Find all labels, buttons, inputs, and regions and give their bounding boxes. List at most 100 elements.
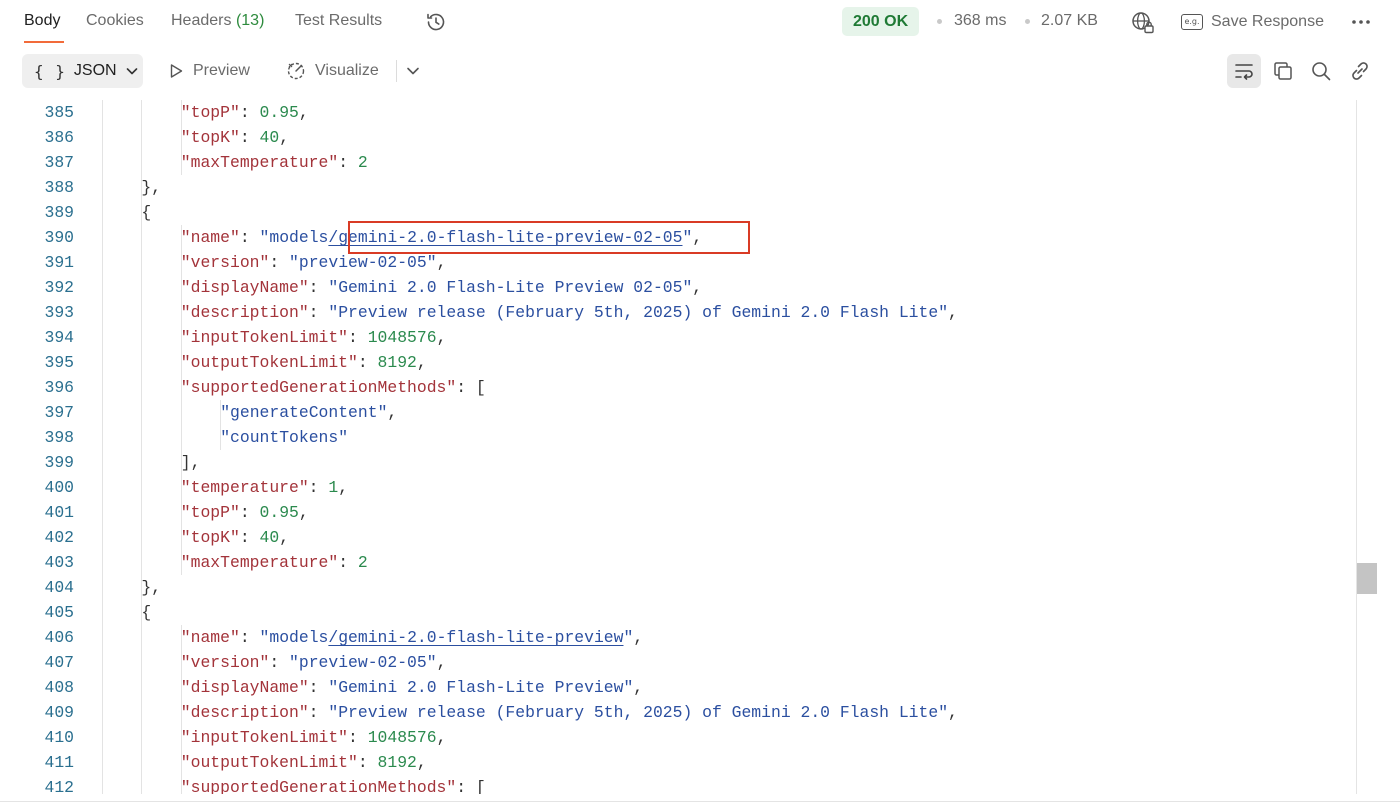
json-punctuation: , <box>436 653 447 672</box>
json-punctuation: : <box>239 628 260 647</box>
code-text: "temperature": 1, <box>181 475 348 500</box>
json-key: "displayName" <box>180 278 309 297</box>
copy-icon[interactable] <box>1271 59 1295 83</box>
json-punctuation: : <box>239 528 260 547</box>
line-number: 389 <box>44 203 74 222</box>
json-key: "description" <box>180 303 309 322</box>
code-line: 394 "inputTokenLimit": 1048576, <box>0 325 1356 350</box>
line-number: 407 <box>44 653 74 672</box>
json-punctuation: , <box>692 228 703 247</box>
json-key: "description" <box>180 703 309 722</box>
code-text: "outputTokenLimit": 8192, <box>181 350 427 375</box>
json-string: "preview-02-05" <box>289 653 437 672</box>
line-number: 409 <box>44 703 74 722</box>
json-punctuation: : <box>348 328 368 347</box>
preview-button[interactable]: Preview <box>167 57 250 85</box>
json-punctuation: , <box>298 503 309 522</box>
code-text: "topK": 40, <box>181 525 289 550</box>
json-punctuation: ], <box>180 453 201 472</box>
wrap-lines-button[interactable] <box>1227 54 1261 88</box>
line-number: 412 <box>44 778 74 794</box>
json-punctuation: : <box>239 103 260 122</box>
json-number: 0.95 <box>259 503 299 522</box>
more-horizontal-icon[interactable] <box>1349 10 1373 34</box>
code-text: "description": "Preview release (Februar… <box>181 300 958 325</box>
response-time[interactable]: 368 ms <box>954 12 1006 30</box>
json-key: "topP" <box>180 103 240 122</box>
tab-test-results[interactable]: Test Results <box>295 12 382 30</box>
chevron-down-icon <box>126 68 137 75</box>
code-line: 407 "version": "preview-02-05", <box>0 650 1356 675</box>
json-key: "outputTokenLimit" <box>180 353 358 372</box>
tab-body[interactable]: Body <box>24 12 60 30</box>
code-text: "name": "models/gemini-2.0-flash-lite-pr… <box>181 225 702 250</box>
code-line: 406 "name": "models/gemini-2.0-flash-lite… <box>0 625 1356 650</box>
line-number: 403 <box>44 553 74 572</box>
json-number: 8192 <box>377 753 417 772</box>
line-number: 411 <box>44 753 74 772</box>
json-punctuation: : <box>269 653 290 672</box>
tab-headers-label: Headers <box>171 12 232 29</box>
json-key: "topK" <box>180 128 240 147</box>
code-text: ], <box>181 450 201 475</box>
line-number: 401 <box>44 503 74 522</box>
scrollbar-track[interactable] <box>1356 100 1357 794</box>
code-line: 410 "inputTokenLimit": 1048576, <box>0 725 1356 750</box>
json-string[interactable]: /gemini-2.0-flash-lite-preview <box>328 628 623 647</box>
code-text: }, <box>141 575 161 600</box>
chevron-down-icon[interactable] <box>403 61 423 81</box>
response-size[interactable]: 2.07 KB <box>1041 12 1098 30</box>
search-icon[interactable] <box>1309 59 1333 83</box>
code-text: "generateContent", <box>220 400 397 425</box>
code-text: "inputTokenLimit": 1048576, <box>181 325 447 350</box>
json-punctuation: , <box>436 328 447 347</box>
tab-headers[interactable]: Headers (13) <box>171 12 264 30</box>
json-punctuation: : <box>308 303 329 322</box>
code-text: "maxTemperature": 2 <box>181 150 368 175</box>
json-string: "Gemini 2.0 Flash-Lite Preview" <box>328 678 634 697</box>
json-key: "outputTokenLimit" <box>180 753 358 772</box>
tab-cookies[interactable]: Cookies <box>86 12 144 30</box>
code-line: 405 { <box>0 600 1356 625</box>
json-number: 2 <box>357 553 368 572</box>
json-punctuation: , <box>633 628 644 647</box>
json-key: "name" <box>180 228 240 247</box>
link-icon[interactable] <box>1348 59 1372 83</box>
json-string[interactable]: /gemini-2.0-flash-lite-preview-02-05 <box>328 228 682 247</box>
json-string: " <box>682 228 693 247</box>
visualize-button[interactable]: Visualize <box>285 57 379 85</box>
json-string: "Preview release (February 5th, 2025) of… <box>328 703 949 722</box>
status-badge[interactable]: 200 OK <box>842 7 920 36</box>
json-number: 0.95 <box>259 103 299 122</box>
json-number: 2 <box>357 153 368 172</box>
save-response-button[interactable]: e.g. Save Response <box>1181 8 1324 36</box>
code-line: 396 "supportedGenerationMethods": [ <box>0 375 1356 400</box>
scrollbar-thumb[interactable] <box>1357 563 1377 594</box>
json-string: "models <box>259 628 329 647</box>
play-icon <box>170 64 183 78</box>
json-key: "maxTemperature" <box>180 553 339 572</box>
response-toolbar: { } JSON Preview Visualize <box>0 52 1400 92</box>
line-number: 386 <box>44 128 74 147</box>
line-number: 410 <box>44 728 74 747</box>
json-punctuation: : <box>239 128 260 147</box>
format-label: JSON <box>73 62 117 79</box>
json-punctuation: { <box>141 203 152 222</box>
code-text: "name": "models/gemini-2.0-flash-lite-pr… <box>181 625 643 650</box>
history-icon[interactable] <box>424 10 448 34</box>
code-text: "version": "preview-02-05", <box>181 250 447 275</box>
response-tab-bar: Body Cookies Headers (13) Test Results 2… <box>0 0 1400 44</box>
json-punctuation: : <box>357 753 378 772</box>
code-line: 409 "description": "Preview release (Febr… <box>0 700 1356 725</box>
code-text: "topK": 40, <box>181 125 289 150</box>
globe-lock-icon[interactable] <box>1130 10 1156 36</box>
wrap-lines-icon <box>1235 64 1253 80</box>
json-string: "countTokens" <box>220 428 349 447</box>
json-key: "topK" <box>180 528 240 547</box>
format-dropdown[interactable]: { } JSON <box>22 54 143 88</box>
json-punctuation: , <box>279 528 290 547</box>
line-number: 397 <box>44 403 74 422</box>
json-string: "Preview release (February 5th, 2025) of… <box>328 303 949 322</box>
json-string: "models <box>259 228 329 247</box>
json-response-viewer[interactable]: 385 "topP": 0.95, 386 "topK": 40, 387 "maxTem… <box>0 100 1378 794</box>
